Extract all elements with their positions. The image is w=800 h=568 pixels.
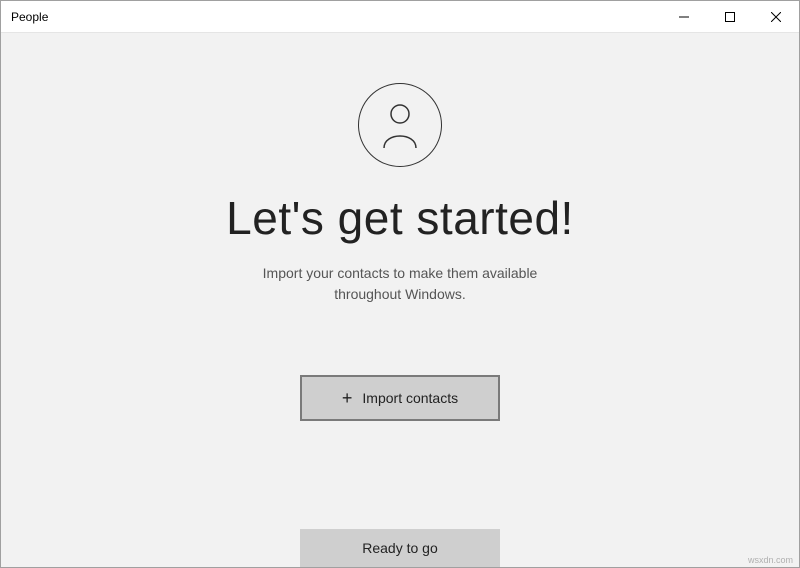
welcome-content: Let's get started! Import your contacts … bbox=[1, 33, 799, 567]
maximize-icon bbox=[725, 12, 735, 22]
close-button[interactable] bbox=[753, 1, 799, 32]
welcome-subtext: Import your contacts to make them availa… bbox=[263, 263, 538, 305]
window-controls bbox=[661, 1, 799, 32]
plus-icon: + bbox=[342, 389, 353, 407]
watermark: wsxdn.com bbox=[748, 555, 793, 565]
welcome-heading: Let's get started! bbox=[226, 191, 574, 245]
app-window: People Let's get started! Import your co… bbox=[0, 0, 800, 568]
subtext-line-1: Import your contacts to make them availa… bbox=[263, 265, 538, 281]
person-icon bbox=[358, 83, 442, 167]
ready-button-label: Ready to go bbox=[362, 540, 438, 556]
maximize-button[interactable] bbox=[707, 1, 753, 32]
window-title: People bbox=[11, 10, 661, 24]
titlebar[interactable]: People bbox=[1, 1, 799, 33]
ready-to-go-button[interactable]: Ready to go bbox=[300, 529, 500, 567]
close-icon bbox=[771, 12, 781, 22]
minimize-button[interactable] bbox=[661, 1, 707, 32]
import-button-label: Import contacts bbox=[362, 390, 458, 406]
minimize-icon bbox=[679, 12, 689, 22]
import-contacts-button[interactable]: + Import contacts bbox=[300, 375, 500, 421]
subtext-line-2: throughout Windows. bbox=[334, 286, 466, 302]
